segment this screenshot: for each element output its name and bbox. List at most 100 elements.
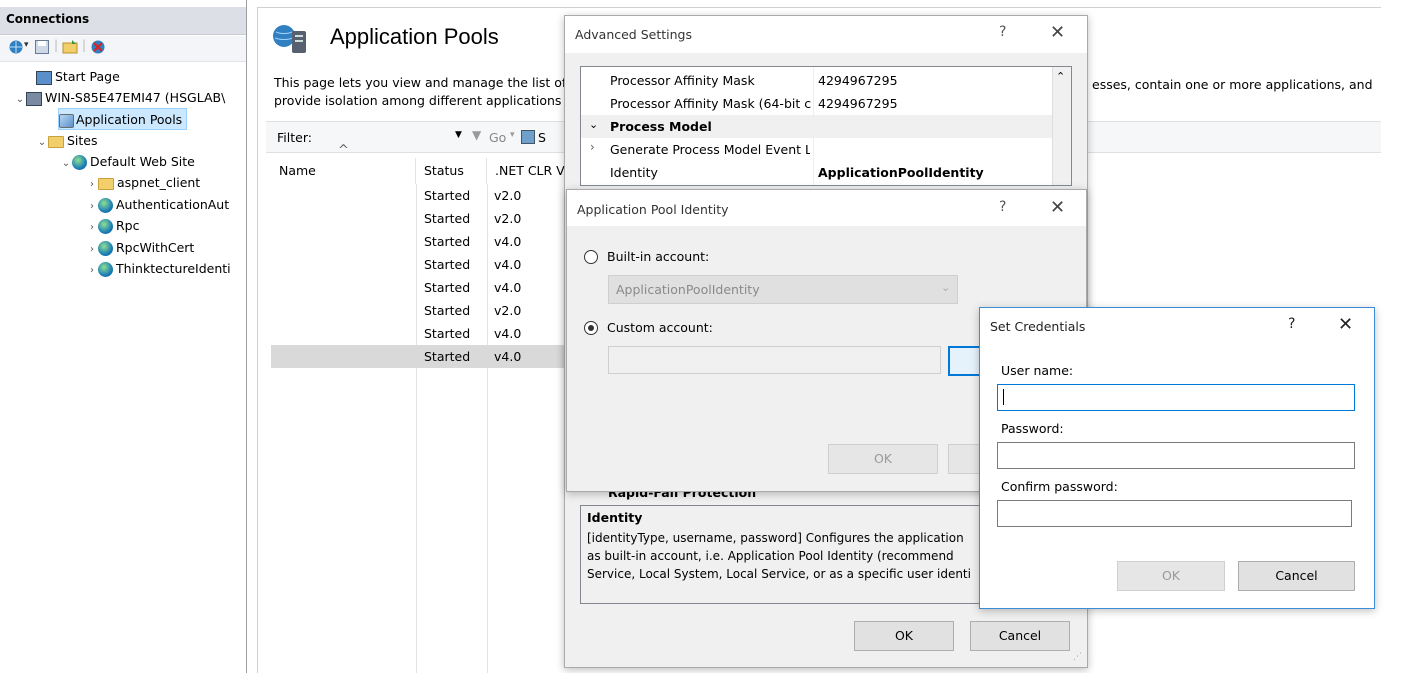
help-button[interactable]: ? (1288, 316, 1295, 332)
chevron-right-icon[interactable]: › (86, 217, 98, 238)
table-row[interactable]: ThinktectureIde...Startedv4.0 (271, 345, 566, 368)
advanced-cancel-button[interactable]: Cancel (970, 621, 1070, 651)
advanced-ok-button[interactable]: OK (854, 621, 954, 651)
dropdown-arrow-icon[interactable]: ▾ (24, 40, 29, 50)
filter-dropdown-arrow-icon[interactable]: ▼ (455, 130, 462, 140)
cell-clr-version: v2.0 (494, 303, 522, 318)
tree-item-default-web-site[interactable]: ⌄ Default Web Site (60, 151, 195, 172)
username-input[interactable] (997, 384, 1355, 411)
cell-status: Started (424, 188, 471, 203)
description-text: [identityType, username, password] Confi… (587, 531, 964, 545)
cell-clr-version: v4.0 (494, 234, 522, 249)
chevron-right-icon[interactable]: › (86, 260, 98, 279)
application-pools-icon (273, 25, 306, 53)
cell-status: Started (424, 280, 471, 295)
scroll-up-icon[interactable]: ⌃ (1056, 70, 1065, 83)
tree-item-aspnet-client[interactable]: › aspnet_client (86, 172, 200, 193)
category-process-model[interactable]: Process Model (610, 115, 810, 138)
help-button[interactable]: ? (999, 199, 1006, 215)
tree-item-server[interactable]: ⌄ WIN-S85E47EMI47 (HSGLAB\ (14, 87, 225, 108)
resize-grip-icon[interactable]: ⋰ (1073, 652, 1082, 662)
credentials-ok-button[interactable]: OK (1117, 561, 1225, 591)
property-value[interactable]: 4294967295 (818, 92, 1048, 115)
save-icon[interactable] (34, 39, 50, 55)
connect-globe-icon[interactable] (8, 39, 24, 55)
cell-status: Started (424, 349, 471, 364)
description-text: Service, Local System, Local Service, or… (587, 567, 971, 581)
tree-item-application-pools[interactable]: Application Pools (58, 108, 188, 130)
builtin-account-value: ApplicationPoolIdentity (616, 282, 760, 297)
property-name[interactable]: Generate Process Model Event L (610, 138, 810, 161)
folder-icon (98, 177, 114, 190)
confirm-password-input[interactable] (997, 500, 1352, 527)
username-label: User name: (1001, 363, 1074, 378)
cell-status: Started (424, 303, 471, 318)
property-name[interactable]: Identity (610, 161, 810, 184)
tree-item-authentication[interactable]: › AuthenticationAut (86, 194, 229, 215)
column-header-label: .NET CLR V (495, 163, 565, 178)
chevron-down-icon[interactable]: ⌄ (589, 118, 598, 131)
cell-status: Started (424, 211, 471, 226)
property-name[interactable]: Processor Affinity Mask (64-bit c (610, 92, 817, 115)
close-button[interactable]: ✕ (1338, 314, 1353, 335)
tree-item-sites[interactable]: ⌄ Sites (36, 130, 98, 151)
builtin-account-label: Built-in account: (607, 249, 710, 264)
custom-account-label: Custom account: (607, 320, 713, 335)
property-name[interactable]: Processor Affinity Mask (610, 69, 810, 92)
tree-item-start-page[interactable]: Start Page (36, 66, 120, 87)
column-header-label: Name (279, 163, 316, 178)
tree-item-rpc[interactable]: › Rpc (86, 215, 140, 236)
tree-item-label: Application Pools (76, 112, 183, 127)
property-value-identity[interactable]: ApplicationPoolIdentity (818, 161, 1048, 184)
column-header-clr[interactable]: .NET CLR V (487, 158, 567, 184)
cell-status: Started (424, 326, 471, 341)
identity-cancel-button[interactable] (948, 444, 982, 474)
cell-clr-version: v2.0 (494, 188, 522, 203)
tree-item-label: ThinktectureIdenti (116, 261, 231, 276)
server-icon (26, 91, 42, 106)
toolbar-separator: | (82, 38, 87, 52)
application-globe-icon (98, 262, 113, 277)
chevron-right-icon[interactable]: › (86, 196, 98, 217)
builtin-account-radio[interactable] (584, 250, 598, 264)
show-all-icon[interactable] (521, 130, 535, 144)
go-button[interactable]: Go (489, 130, 506, 145)
custom-account-field[interactable] (608, 346, 941, 374)
property-value[interactable]: 4294967295 (818, 69, 1048, 92)
application-globe-icon (98, 198, 113, 213)
tree-item-label: aspnet_client (117, 175, 201, 190)
credentials-cancel-button[interactable]: Cancel (1238, 561, 1355, 591)
chevron-down-icon[interactable]: ⌄ (60, 153, 72, 174)
go-funnel-icon[interactable]: ▼ (472, 128, 481, 142)
custom-account-radio[interactable] (584, 321, 598, 335)
tree-item-rpcwithcert[interactable]: › RpcWithCert (86, 237, 194, 258)
tree-item-thinktecture[interactable]: › ThinktectureIdenti (86, 258, 246, 279)
text-caret (1003, 389, 1004, 405)
password-input[interactable] (997, 442, 1355, 469)
column-header-label: Status (424, 163, 464, 178)
close-button[interactable]: ✕ (1050, 197, 1065, 218)
tree-item-label: Rpc (116, 218, 140, 233)
go-dropdown-arrow-icon[interactable]: ▾ (510, 130, 515, 140)
dialog-title: Advanced Settings (575, 27, 692, 42)
help-button[interactable]: ? (999, 24, 1006, 40)
page-description: provide isolation among different applic… (274, 93, 562, 108)
add-connection-icon[interactable] (62, 39, 78, 55)
application-globe-icon (98, 219, 113, 234)
dialog-title: Application Pool Identity (577, 202, 729, 217)
property-grid-scrollbar[interactable] (1052, 67, 1071, 185)
set-credentials-button[interactable] (948, 346, 982, 376)
column-header-name[interactable]: Name (271, 158, 416, 184)
chevron-down-icon[interactable]: ⌄ (14, 89, 26, 110)
tree-item-label: RpcWithCert (116, 240, 195, 255)
chevron-down-icon[interactable]: ⌄ (36, 132, 48, 153)
identity-ok-button[interactable]: OK (828, 444, 938, 474)
column-header-status[interactable]: Status (416, 158, 487, 184)
close-button[interactable]: ✕ (1050, 22, 1065, 43)
cell-status: Started (424, 234, 471, 249)
chevron-right-icon[interactable]: › (86, 174, 98, 195)
disconnect-icon[interactable] (90, 39, 106, 55)
chevron-right-icon[interactable]: › (86, 239, 98, 260)
chevron-right-icon[interactable]: › (590, 140, 595, 154)
show-all-button[interactable]: S (538, 130, 546, 145)
